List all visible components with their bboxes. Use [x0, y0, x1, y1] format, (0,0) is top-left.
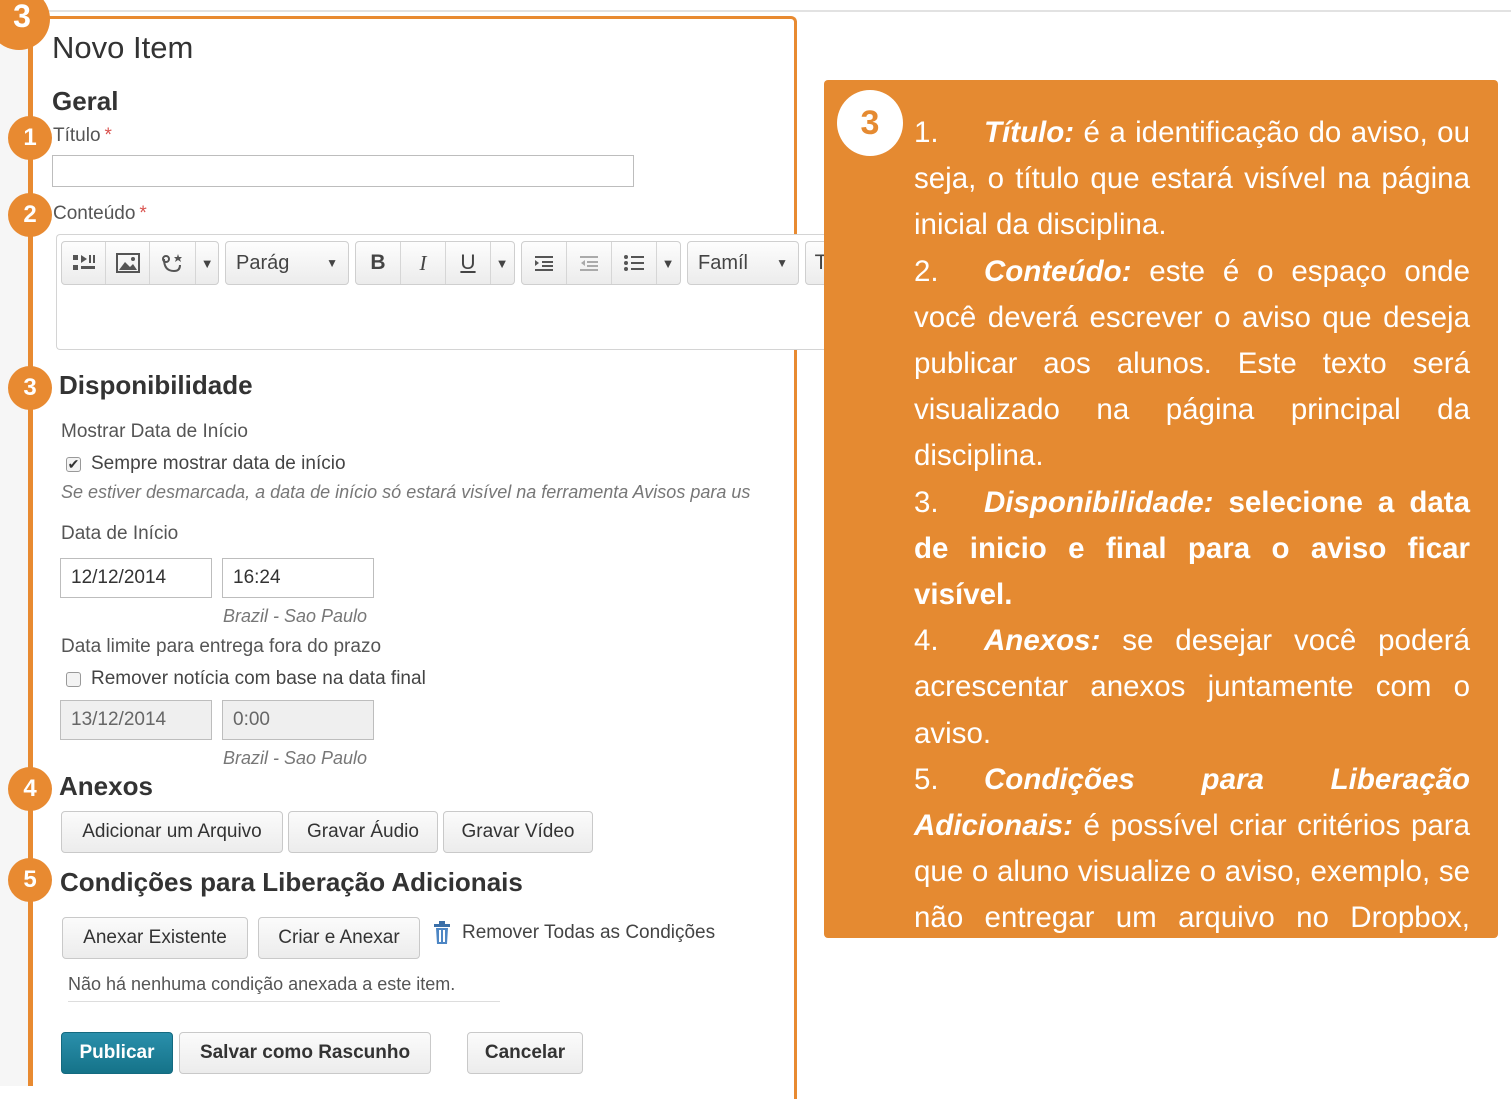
left-gutter: [0, 0, 28, 1086]
insert-toolbar-group: ▼: [61, 241, 219, 285]
badge-conteudo: 2: [8, 193, 52, 237]
start-timezone: Brazil - Sao Paulo: [223, 606, 368, 626]
paragraph-group: ▼: [521, 241, 681, 285]
explanation-item-1: 1. Título: é a identificação do aviso, ou…: [914, 116, 1470, 242]
content-editor[interactable]: ▼ Parág ▼ B I U ▼ ▼ Famíl ▼ T: [56, 234, 845, 350]
end-date-label: Data limite para entrega fora do prazo: [61, 636, 382, 657]
font-family-value: Famíl: [698, 251, 748, 274]
outdent-icon[interactable]: [567, 242, 612, 284]
section-general-heading: Geral: [52, 86, 119, 116]
explanation-panel: 3 1. Título: é a identificação do aviso, …: [824, 80, 1498, 1027]
badge-disponibilidade: 3: [8, 366, 52, 410]
top-divider: [0, 10, 1511, 12]
end-timezone: Brazil - Sao Paulo: [223, 748, 368, 768]
attachments-heading: Anexos: [59, 771, 153, 801]
required-mark: *: [104, 125, 112, 146]
save-draft-button[interactable]: Salvar como Rascunho: [179, 1032, 431, 1074]
format-select[interactable]: Parág ▼: [225, 241, 349, 285]
chevron-down-icon: ▼: [776, 256, 788, 270]
show-start-label: Mostrar Data de Início: [61, 421, 248, 442]
format-select-value: Parág: [236, 251, 290, 274]
conteudo-label: Conteúdo *: [53, 203, 147, 224]
record-video-button[interactable]: Gravar Vídeo: [443, 811, 593, 853]
insert-dropdown-icon[interactable]: ▼: [196, 242, 218, 284]
italic-button[interactable]: I: [401, 242, 446, 284]
badge-condicoes: 5: [8, 858, 52, 902]
bullet-list-icon[interactable]: [612, 242, 657, 284]
conditions-heading: Condições para Liberação Adicionais: [60, 867, 523, 897]
end-date-input: 13/12/2014: [60, 700, 212, 740]
explanation-text: 1. Título: é a identificação do aviso, ou…: [846, 110, 1470, 1034]
accent-bar: [28, 0, 33, 1086]
start-date-input[interactable]: 12/12/2014: [60, 558, 212, 598]
remove-news-checkbox[interactable]: Remover notícia com base na data final: [66, 668, 426, 690]
media-icon[interactable]: [62, 242, 107, 284]
remove-all-conditions-link[interactable]: Remover Todas as Condições: [432, 921, 715, 945]
underline-dropdown-icon[interactable]: ▼: [491, 242, 513, 284]
checkbox-unchecked-icon[interactable]: [66, 671, 81, 687]
create-attach-button[interactable]: Criar e Anexar: [258, 917, 420, 959]
explanation-item-2: 2. Conteúdo: este é o espaço onde você de…: [914, 254, 1470, 473]
checkbox-checked-icon[interactable]: ✔: [66, 456, 81, 472]
trash-icon: [432, 921, 452, 945]
badge-titulo: 1: [8, 116, 52, 160]
publish-button[interactable]: Publicar: [61, 1032, 173, 1074]
start-time-input[interactable]: 16:24: [222, 558, 374, 598]
titulo-label: Título *: [53, 125, 112, 146]
explanation-item-5: 5. Condições para Liberação Adicionais: é…: [914, 762, 1470, 1027]
add-file-button[interactable]: Adicionar um Arquivo: [61, 811, 283, 853]
explanation-item-3: 3. Disponibilidade: selecione a data de i…: [914, 485, 1470, 612]
underline-button[interactable]: U: [446, 242, 491, 284]
list-dropdown-icon[interactable]: ▼: [657, 242, 679, 284]
chevron-down-icon: ▼: [326, 256, 338, 270]
font-family-select[interactable]: Famíl ▼: [687, 241, 799, 285]
start-date-label: Data de Início: [61, 523, 179, 544]
page-title: Novo Item: [52, 30, 194, 65]
indent-icon[interactable]: [522, 242, 567, 284]
titulo-input[interactable]: [52, 155, 634, 187]
insert-stuff-icon[interactable]: [150, 242, 197, 284]
always-show-checkbox[interactable]: ✔ Sempre mostrar data de início: [66, 453, 346, 475]
image-icon[interactable]: [106, 242, 151, 284]
no-conditions-text: Não há nenhuma condição anexada a este i…: [68, 974, 500, 1002]
cancel-button[interactable]: Cancelar: [467, 1032, 583, 1074]
end-time-input: 0:00: [222, 700, 374, 740]
badge-anexos: 4: [8, 767, 52, 811]
text-style-group: B I U ▼: [355, 241, 515, 285]
availability-heading: Disponibilidade: [59, 370, 253, 400]
explanation-item-4: 4. Anexos: se desejar você poderá acresce…: [914, 624, 1470, 750]
bold-button[interactable]: B: [356, 242, 401, 284]
availability-hint: Se estiver desmarcada, a data de início …: [61, 482, 751, 502]
record-audio-button[interactable]: Gravar Áudio: [288, 811, 438, 853]
attach-existing-button[interactable]: Anexar Existente: [62, 917, 248, 959]
required-mark: *: [139, 203, 147, 224]
